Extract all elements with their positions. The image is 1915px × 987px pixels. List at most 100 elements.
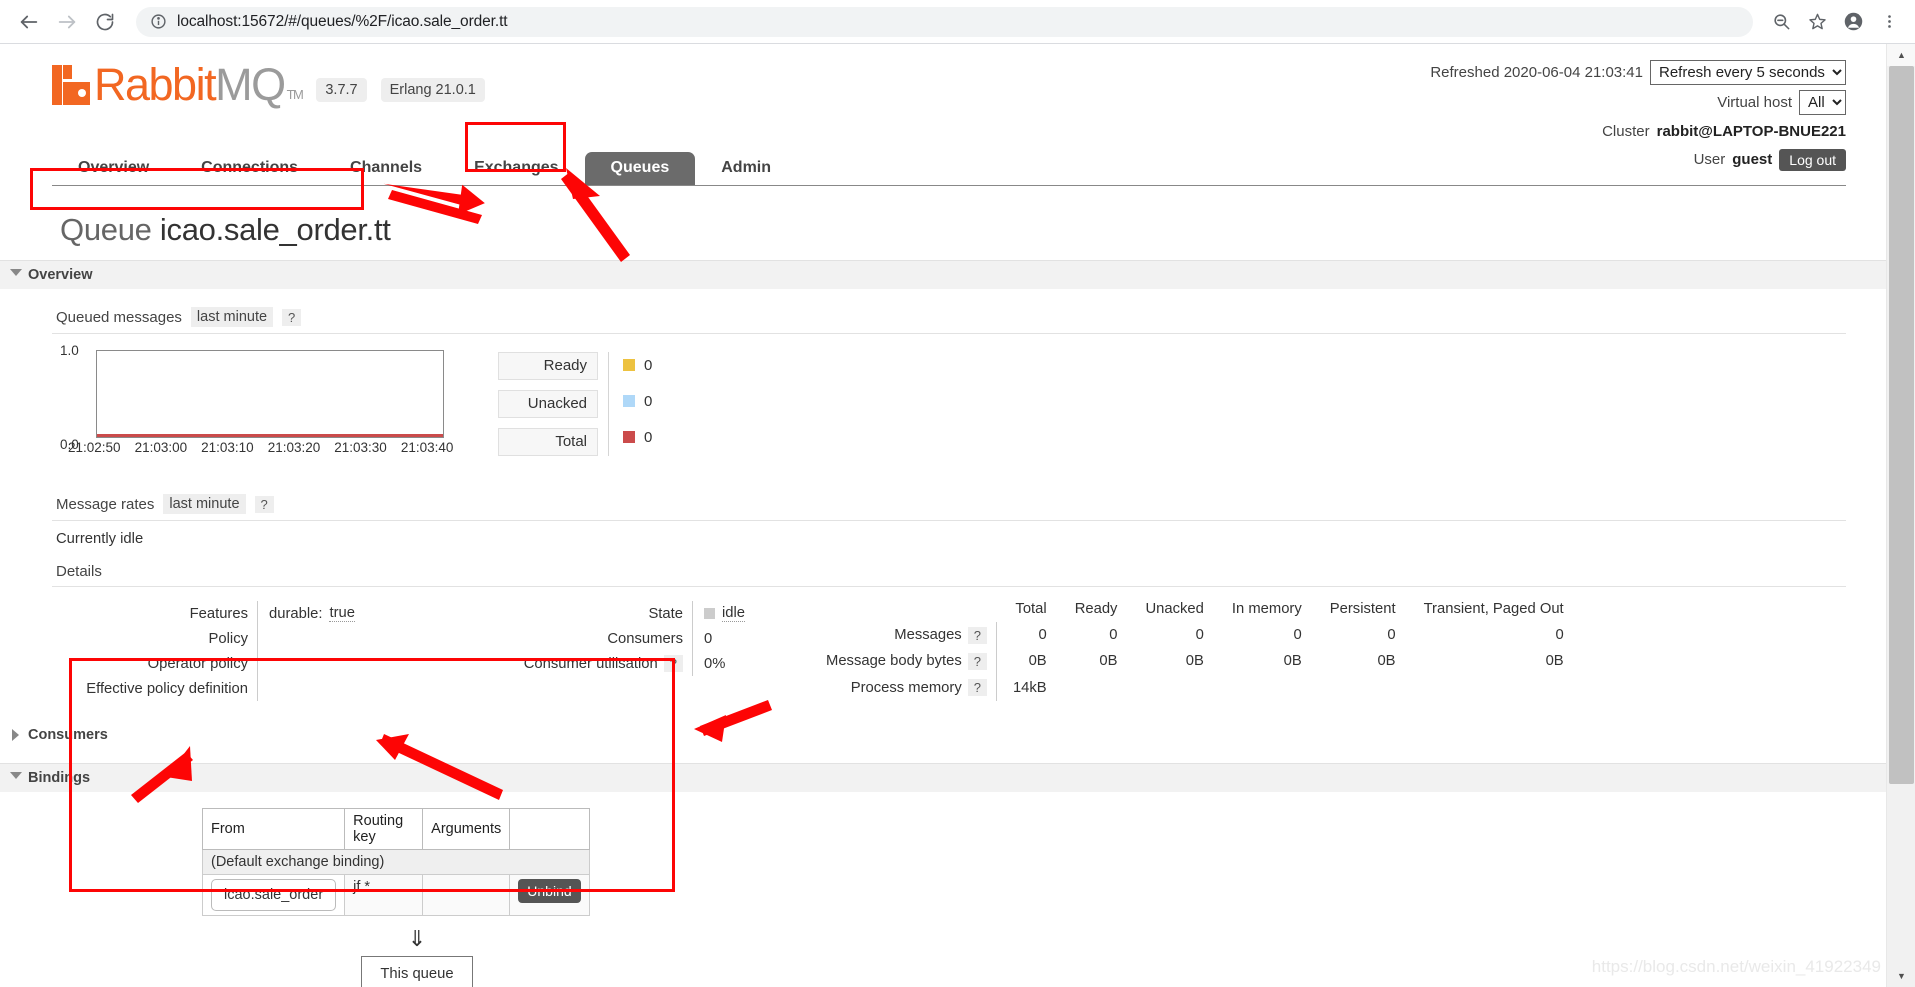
browser-action-icons	[1763, 4, 1915, 40]
detail-value-features[interactable]: true	[329, 605, 355, 622]
zoom-out-icon[interactable]	[1763, 4, 1799, 40]
cluster-name: rabbit@LAPTOP-BNUE221	[1656, 123, 1846, 140]
detail-key-state: State	[648, 605, 683, 622]
stats-bytes-ready: 0B	[1099, 653, 1118, 670]
vertical-scrollbar[interactable]: ▲ ▼	[1886, 44, 1915, 987]
cluster-label: Cluster	[1602, 123, 1650, 140]
rabbitmq-logo[interactable]: Rabbit MQ TM	[52, 59, 304, 110]
logo-trademark: TM	[286, 87, 304, 102]
stats-process-memory-c2	[1061, 675, 1132, 701]
app-header: Rabbit MQ TM 3.7.7 Erlang 21.0.1 Refreshed…	[52, 44, 1846, 171]
section-overview-label: Overview	[28, 267, 93, 283]
queued-messages-title: Queued messages	[56, 308, 182, 326]
unbind-button[interactable]: Unbind	[518, 879, 581, 903]
info-circle-icon[interactable]	[150, 13, 167, 30]
details-title: Details	[56, 563, 102, 580]
x-tick-0: 21:02:50	[68, 440, 121, 455]
consumer-utilisation-help-icon[interactable]: ?	[663, 655, 683, 672]
legend-value-ready: 0	[644, 356, 653, 374]
tab-exchanges[interactable]: Exchanges	[448, 152, 584, 185]
queue-name: icao.sale_order.tt	[159, 212, 391, 247]
queued-messages-help-icon[interactable]: ?	[282, 308, 302, 326]
table-row: Message body bytes ? 0B 0B 0B 0B 0B 0B	[812, 648, 1578, 675]
details-features-column: Features Policy Operator policy Effectiv…	[52, 601, 257, 701]
table-row: Messages ? 0 0 0 0 0 0	[812, 622, 1578, 649]
section-consumers-label: Consumers	[28, 727, 108, 743]
star-icon[interactable]	[1799, 4, 1835, 40]
tab-admin[interactable]: Admin	[695, 152, 797, 185]
refresh-interval-select[interactable]: Refresh every 5 seconds	[1650, 60, 1846, 85]
section-overview-header[interactable]: Overview	[0, 260, 1886, 289]
erlang-version-badge: Erlang 21.0.1	[380, 78, 485, 102]
tab-connections[interactable]: Connections	[175, 152, 324, 185]
legend-label-ready[interactable]: Ready	[498, 352, 598, 380]
legend-swatch-ready	[623, 359, 635, 371]
message-rates-status: Currently idle	[56, 531, 144, 547]
detail-value-effective-policy	[257, 676, 487, 701]
message-rates-period[interactable]: last minute	[163, 494, 246, 514]
detail-value-state[interactable]: idle	[722, 605, 746, 622]
detail-value-features-prefix: durable:	[269, 605, 323, 622]
x-tick-1: 21:03:00	[134, 440, 188, 455]
forward-arrow-icon[interactable]	[48, 3, 86, 41]
bindings-col-action	[509, 808, 590, 850]
back-arrow-icon[interactable]	[10, 3, 48, 41]
bindings-header-row: From Routing key Arguments	[201, 808, 590, 850]
stats-col-total: Total	[1015, 601, 1047, 617]
stats-col-unacked: Unacked	[1145, 601, 1204, 617]
rabbitmq-logo-icon	[52, 64, 90, 105]
message-body-bytes-help-icon[interactable]: ?	[967, 652, 987, 670]
tab-overview[interactable]: Overview	[52, 152, 175, 185]
section-consumers-header[interactable]: Consumers	[0, 721, 1886, 749]
section-bindings-header[interactable]: Bindings	[0, 763, 1886, 792]
detail-key-effective-policy: Effective policy definition	[86, 680, 248, 697]
binding-routing-key-cell: jf.*	[344, 874, 424, 916]
stats-process-memory-c6	[1410, 675, 1578, 701]
message-rates-help-icon[interactable]: ?	[254, 495, 274, 513]
tab-queues[interactable]: Queues	[584, 152, 696, 185]
bindings-col-arguments: Arguments	[422, 808, 511, 850]
logo-text-rabbit: Rabbit	[94, 59, 217, 110]
details-features-values: durable: true	[257, 601, 487, 701]
chart-canvas	[96, 350, 444, 438]
address-bar-url: localhost:15672/#/queues/%2F/icao.sale_o…	[177, 12, 508, 30]
stats-bytes-total: 0B	[995, 648, 1061, 675]
profile-avatar-icon[interactable]	[1835, 4, 1871, 40]
stats-bytes-persistent: 0B	[1377, 653, 1396, 670]
legend-value-unacked-row: 0	[623, 388, 652, 414]
legend-label-unacked[interactable]: Unacked	[498, 390, 598, 418]
this-queue-box: This queue	[361, 956, 473, 987]
logo-text-mq: MQ	[215, 59, 286, 110]
stats-process-memory-c3	[1131, 675, 1217, 701]
message-stats-table: Total Ready Unacked In memory Persistent…	[812, 601, 1578, 701]
chevron-right-icon	[12, 729, 19, 741]
x-tick-5: 21:03:40	[400, 440, 454, 455]
binding-from-cell: icao.sale_order	[201, 874, 346, 916]
reload-icon[interactable]	[86, 3, 124, 41]
stats-col-in-memory: In memory	[1231, 601, 1302, 617]
queued-messages-period[interactable]: last minute	[190, 307, 274, 327]
address-bar[interactable]: localhost:15672/#/queues/%2F/icao.sale_o…	[136, 6, 1753, 37]
x-tick-3: 21:03:20	[267, 440, 321, 455]
legend-label-total[interactable]: Total	[498, 428, 598, 456]
section-bindings-label: Bindings	[28, 770, 91, 786]
tab-channels[interactable]: Channels	[324, 152, 448, 185]
details-header: Details	[52, 553, 1846, 587]
detail-key-policy: Policy	[208, 630, 248, 647]
stats-col-transient-paged-out: Transient, Paged Out	[1423, 601, 1564, 617]
messages-help-icon[interactable]: ?	[967, 626, 987, 644]
binding-flow-arrow-icon: ⇓	[407, 926, 427, 951]
legend-value-total: 0	[644, 428, 653, 446]
scroll-down-arrow-icon[interactable]: ▼	[1887, 965, 1915, 987]
vhost-select[interactable]: All	[1799, 90, 1846, 115]
scrollbar-thumb[interactable]	[1889, 66, 1914, 784]
scroll-up-arrow-icon[interactable]: ▲	[1887, 44, 1915, 66]
three-dot-menu-icon[interactable]	[1871, 4, 1907, 40]
process-memory-help-icon[interactable]: ?	[967, 679, 987, 697]
stats-messages-total: 0	[995, 622, 1061, 649]
stats-messages-in-memory: 0	[1293, 627, 1302, 644]
stats-bytes-in-memory: 0B	[1283, 653, 1302, 670]
detail-row-operator-policy: Operator policy	[52, 651, 257, 676]
chevron-down-icon	[10, 772, 22, 779]
binding-source-exchange-link[interactable]: icao.sale_order	[211, 879, 337, 911]
